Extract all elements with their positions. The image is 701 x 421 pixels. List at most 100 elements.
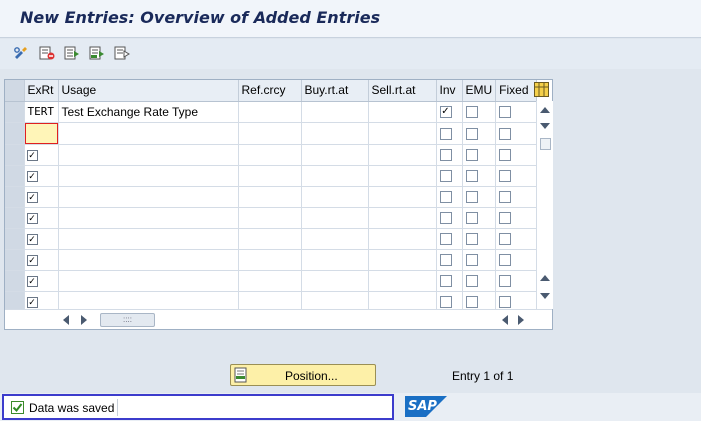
ref-crcy-cell[interactable]	[238, 144, 302, 166]
buy-rt-at-cell[interactable]	[301, 122, 369, 145]
row-marker-checkbox[interactable]: ✓	[26, 254, 38, 266]
vertical-scrollbar[interactable]	[536, 101, 553, 309]
usage-cell[interactable]	[58, 270, 239, 292]
exrt-cell[interactable]: ✓	[24, 249, 59, 271]
sell-rt-at-cell[interactable]	[368, 228, 437, 250]
exrt-cell[interactable]	[24, 122, 59, 145]
emu-checkbox[interactable]	[465, 149, 478, 162]
col-header-ref-crcy[interactable]: Ref.crcy	[238, 80, 302, 102]
ref-crcy-cell[interactable]	[238, 165, 302, 187]
sell-rt-at-cell[interactable]	[368, 249, 437, 271]
inv-checkbox[interactable]	[439, 191, 452, 204]
col-header-inv[interactable]: Inv	[436, 80, 463, 102]
row-selector[interactable]	[5, 186, 25, 208]
scroll-left-icon[interactable]	[63, 315, 69, 325]
row-marker-checkbox[interactable]: ✓	[26, 149, 38, 161]
exrt-cell[interactable]: TERT	[24, 101, 59, 123]
col-header-exrt[interactable]: ExRt	[24, 80, 59, 102]
row-selector[interactable]	[5, 165, 25, 187]
usage-cell[interactable]	[58, 228, 239, 250]
exrt-cell[interactable]: ✓	[24, 228, 59, 250]
table-settings-icon[interactable]	[534, 82, 549, 97]
emu-checkbox[interactable]	[465, 170, 478, 183]
horizontal-scrollbar[interactable]: ::::	[5, 309, 552, 329]
fixed-checkbox[interactable]	[499, 191, 512, 204]
fixed-checkbox[interactable]	[499, 149, 512, 162]
ref-crcy-cell[interactable]	[238, 249, 302, 271]
fixed-checkbox[interactable]	[499, 212, 512, 225]
ref-crcy-cell[interactable]	[238, 270, 302, 292]
emu-checkbox[interactable]	[465, 254, 478, 267]
col-header-emu[interactable]: EMU	[462, 80, 497, 102]
ref-crcy-cell[interactable]	[238, 122, 302, 145]
emu-checkbox[interactable]	[465, 233, 478, 246]
inv-checkbox[interactable]	[439, 254, 452, 267]
exrt-cell[interactable]: ✓	[24, 186, 59, 208]
buy-rt-at-cell[interactable]	[301, 165, 369, 187]
col-header-sell-rt-at[interactable]: Sell.rt.at	[368, 80, 437, 102]
inv-checkbox[interactable]	[439, 170, 452, 183]
exrt-cell[interactable]: ✓	[24, 207, 59, 229]
fixed-checkbox[interactable]	[499, 296, 512, 309]
emu-checkbox[interactable]	[465, 127, 478, 140]
exrt-cell[interactable]: ✓	[24, 165, 59, 187]
scroll-thumb[interactable]	[540, 138, 551, 150]
row-selector[interactable]	[5, 249, 25, 271]
row-selector[interactable]	[5, 144, 25, 166]
buy-rt-at-cell[interactable]	[301, 270, 369, 292]
inv-checkbox[interactable]	[439, 212, 452, 225]
usage-cell[interactable]	[58, 144, 239, 166]
scroll-right-icon[interactable]	[81, 315, 87, 325]
row-marker-checkbox[interactable]: ✓	[26, 191, 38, 203]
usage-cell[interactable]	[58, 249, 239, 271]
fixed-checkbox[interactable]	[499, 170, 512, 183]
fixed-checkbox[interactable]	[499, 275, 512, 288]
usage-cell[interactable]: Test Exchange Rate Type	[58, 101, 239, 123]
sell-rt-at-cell[interactable]	[368, 165, 437, 187]
row-marker-checkbox[interactable]: ✓	[26, 296, 38, 308]
row-selector[interactable]	[5, 122, 25, 145]
emu-checkbox[interactable]	[465, 212, 478, 225]
row-marker-checkbox[interactable]: ✓	[26, 275, 38, 287]
ref-crcy-cell[interactable]	[238, 207, 302, 229]
emu-checkbox[interactable]	[465, 106, 478, 119]
select-all-icon[interactable]	[62, 44, 82, 62]
exrt-input[interactable]	[24, 122, 57, 143]
row-selector[interactable]	[5, 207, 25, 229]
sell-rt-at-cell[interactable]	[368, 207, 437, 229]
status-message-box[interactable]: Data was saved	[2, 394, 394, 420]
inv-checkbox[interactable]	[439, 275, 452, 288]
buy-rt-at-cell[interactable]	[301, 249, 369, 271]
fixed-checkbox[interactable]	[499, 254, 512, 267]
row-marker-checkbox[interactable]: ✓	[26, 212, 38, 224]
col-header-buy-rt-at[interactable]: Buy.rt.at	[301, 80, 369, 102]
emu-checkbox[interactable]	[465, 191, 478, 204]
exrt-cell[interactable]: ✓	[24, 144, 59, 166]
emu-checkbox[interactable]	[465, 275, 478, 288]
delete-icon[interactable]	[37, 44, 57, 62]
fixed-checkbox[interactable]	[499, 233, 512, 246]
sell-rt-at-cell[interactable]	[368, 270, 437, 292]
fixed-checkbox[interactable]	[499, 127, 512, 140]
horizontal-scroll-thumb[interactable]: ::::	[100, 313, 155, 327]
col-header-usage[interactable]: Usage	[58, 80, 239, 102]
position-button[interactable]: Position...	[230, 364, 376, 386]
fixed-checkbox[interactable]	[499, 106, 512, 119]
usage-cell[interactable]	[58, 207, 239, 229]
ref-crcy-cell[interactable]	[238, 228, 302, 250]
scroll-down-icon[interactable]	[540, 123, 550, 129]
buy-rt-at-cell[interactable]	[301, 186, 369, 208]
scroll-up-icon[interactable]	[540, 107, 550, 113]
row-selector[interactable]	[5, 270, 25, 292]
inv-checkbox[interactable]: ✓	[439, 106, 452, 119]
select-block-icon[interactable]	[87, 44, 107, 62]
ref-crcy-cell[interactable]	[238, 186, 302, 208]
usage-cell[interactable]	[58, 122, 239, 145]
buy-rt-at-cell[interactable]	[301, 101, 369, 123]
sell-rt-at-cell[interactable]	[368, 122, 437, 145]
inv-checkbox[interactable]	[439, 233, 452, 246]
inv-checkbox[interactable]	[439, 149, 452, 162]
buy-rt-at-cell[interactable]	[301, 228, 369, 250]
scroll-right-end-icon[interactable]	[518, 315, 524, 325]
usage-cell[interactable]	[58, 186, 239, 208]
